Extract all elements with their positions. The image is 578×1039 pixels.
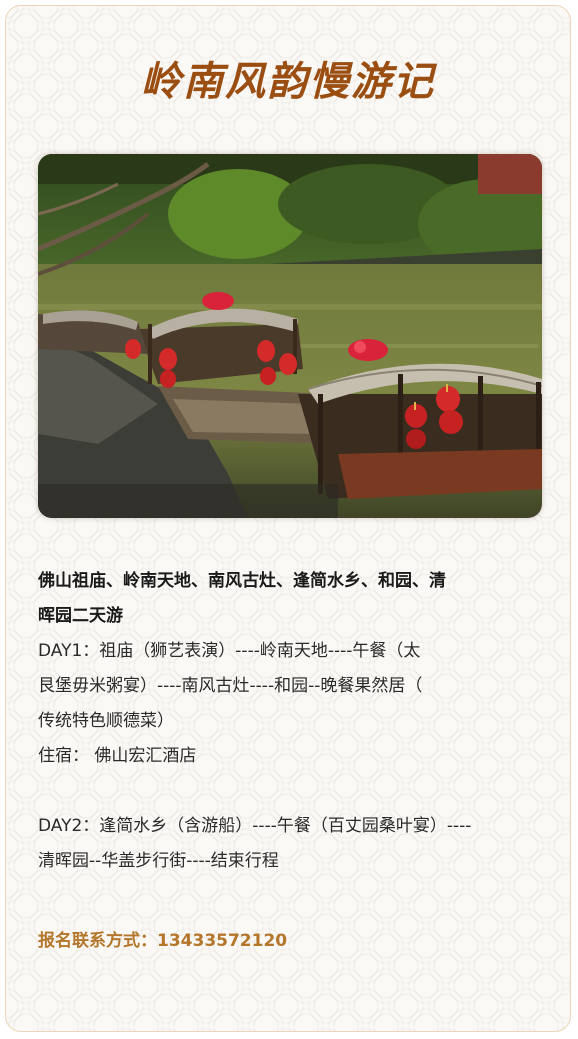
canal-boats-photo <box>38 154 542 518</box>
itinerary-content: 佛山祖庙、岭南天地、南风古灶、逢简水乡、和园、清 晖园二天游 DAY1：祖庙（狮… <box>38 564 548 879</box>
contact-label: 报名联系方式： <box>38 931 157 951</box>
day1-line-2: 艮堡毋米粥宴）----南风古灶----和园--晚餐果然居（ <box>38 676 423 696</box>
itinerary-heading-line-2: 晖园二天游 <box>38 606 123 626</box>
canal-boats-illustration <box>38 154 542 518</box>
poster-card: 岭南风韵慢游记 佛山祖庙、岭南天地、南风古灶、逢简水乡、和园、清 晖园二天游 D… <box>5 5 571 1032</box>
contact-phone[interactable]: 13433572120 <box>157 931 287 951</box>
day2-line-2: 清晖园--华盖步行街----结束行程 <box>38 851 279 871</box>
contact-line: 报名联系方式：13433572120 <box>38 924 287 959</box>
itinerary-heading-line-1: 佛山祖庙、岭南天地、南风古灶、逢简水乡、和园、清 <box>38 571 446 591</box>
day1-line-3: 传统特色顺德菜） <box>38 711 174 731</box>
day2-line-1: DAY2：逢简水乡（含游船）----午餐（百丈园桑叶宴）---- <box>38 816 472 836</box>
page-title: 岭南风韵慢游记 <box>141 58 435 105</box>
lodging-line: 住宿： 佛山宏汇酒店 <box>38 746 197 766</box>
day1-line-1: DAY1：祖庙（狮艺表演）----岭南天地----午餐（太 <box>38 641 421 661</box>
